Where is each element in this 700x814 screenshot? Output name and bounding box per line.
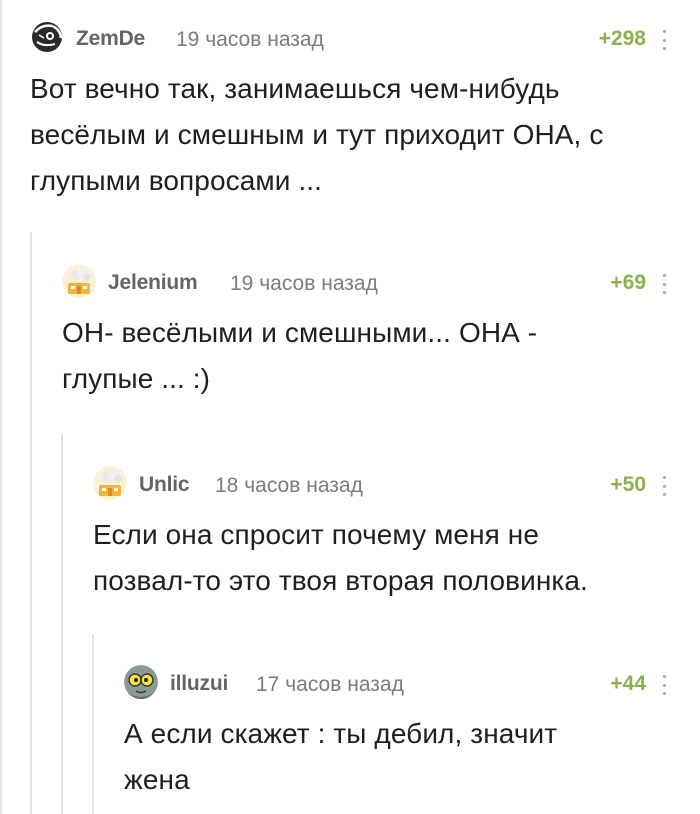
comment-rating: +50: [610, 473, 646, 496]
thread-line[interactable]: [61, 434, 63, 814]
comment-username[interactable]: ZemDe: [76, 27, 145, 51]
comment: illuzui 17 часов назад +44 А если скажет…: [124, 663, 670, 813]
comment-time[interactable]: 17 часов назад: [256, 673, 404, 697]
comment-header: ZemDe 19 часов назад +298: [30, 18, 670, 54]
comment-rating: +298: [598, 27, 646, 50]
user-avatar[interactable]: [93, 466, 127, 500]
comment-text-line: жена: [124, 764, 190, 795]
comment-text-line: глупыми вопросами ...: [30, 165, 323, 196]
more-options-icon[interactable]: [660, 675, 668, 695]
comment-time[interactable]: 19 часов назад: [230, 272, 378, 296]
comment-text-line: весёлым и смешным и тут приходит ОНА, с: [30, 119, 604, 150]
user-avatar[interactable]: [62, 264, 96, 298]
dark-sketch-avatar-icon: [30, 20, 64, 54]
comment: Jelenium 19 часов назад +69 ОН- весёлыми…: [62, 262, 670, 412]
comment-time[interactable]: 18 часов назад: [215, 474, 363, 498]
comment-text-line: Если она спросит почему меня не: [93, 519, 540, 550]
comment-header: Jelenium 19 часов назад +69: [62, 262, 670, 298]
comment-username[interactable]: Jelenium: [108, 271, 198, 295]
cartoon-face-avatar-icon: [124, 665, 158, 699]
more-options-icon[interactable]: [660, 476, 668, 496]
comment-header: Unlic 18 часов назад +50: [93, 464, 670, 500]
default-avatar-icon: [62, 264, 96, 298]
comment-text-line: Вот вечно так, занимаешься чем-нибудь: [30, 73, 560, 104]
user-avatar[interactable]: [124, 665, 158, 699]
comment-username[interactable]: illuzui: [170, 672, 228, 696]
comment-text-line: ОН- весёлыми и смешными... ОНА -: [62, 317, 538, 348]
comment: ZemDe 19 часов назад +298 Вот вечно так,…: [30, 18, 670, 208]
comment-rating: +69: [610, 271, 646, 294]
comment-time[interactable]: 19 часов назад: [176, 28, 324, 52]
more-options-icon[interactable]: [660, 274, 668, 294]
comment-thread: ZemDe 19 часов назад +298 Вот вечно так,…: [0, 0, 700, 814]
more-options-icon[interactable]: [660, 30, 668, 50]
thread-line[interactable]: [92, 634, 94, 814]
comment-text-line: глупые ... :): [62, 363, 211, 394]
default-avatar-icon: [93, 466, 127, 500]
comment-username[interactable]: Unlic: [139, 473, 190, 497]
comment: Unlic 18 часов назад +50 Если она спроси…: [93, 464, 670, 614]
thread-line[interactable]: [30, 232, 32, 814]
comment-rating: +44: [610, 672, 646, 695]
comment-header: illuzui 17 часов назад +44: [124, 663, 670, 699]
comment-text-line: позвал-то это твоя вторая половинка.: [93, 565, 588, 596]
frame-border: [0, 0, 2, 814]
comment-text-line: А если скажет : ты дебил, значит: [124, 718, 558, 749]
user-avatar[interactable]: [30, 20, 64, 54]
